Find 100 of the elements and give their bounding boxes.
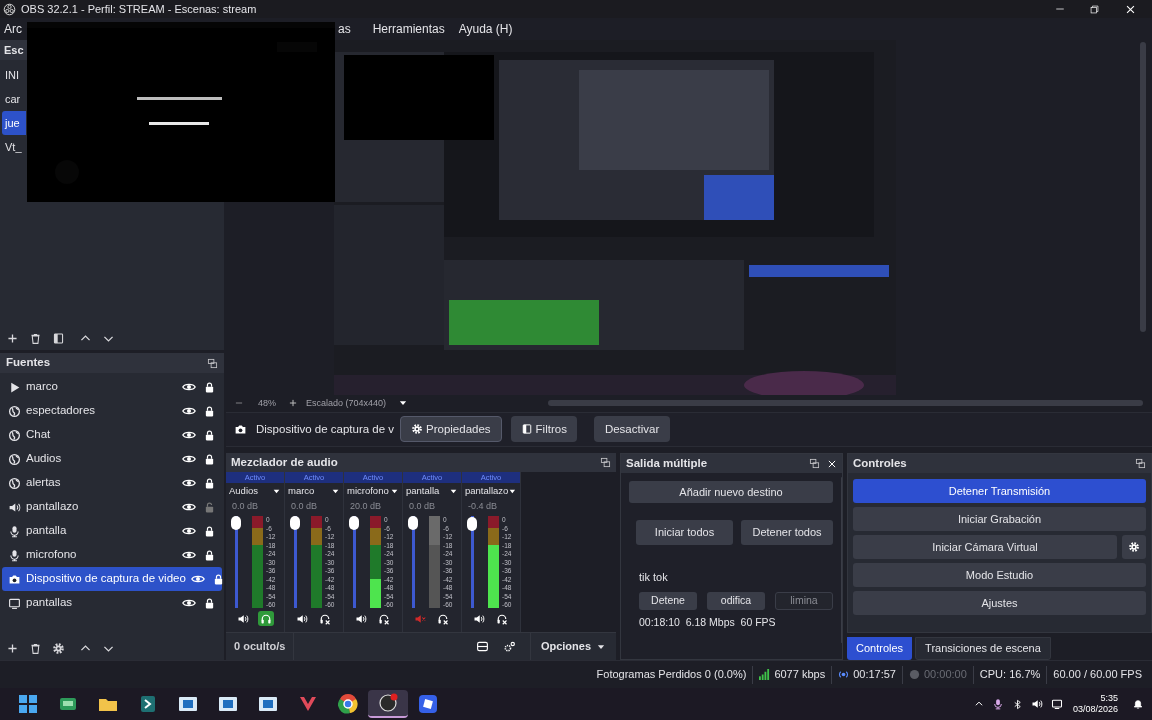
window-icon[interactable]: [178, 694, 198, 714]
source-item[interactable]: pantalla: [2, 519, 222, 543]
undock-icon[interactable]: [600, 457, 611, 468]
window-title: OBS 32.2.1 - Perfil: STREAM - Escenas: stream: [21, 1, 257, 17]
tab[interactable]: Transiciones de escena: [915, 637, 1051, 660]
square-app-icon[interactable]: [418, 694, 438, 714]
toolbar-button[interactable]: Filtros: [510, 416, 577, 443]
network-icon[interactable]: [1050, 698, 1063, 710]
round-app-icon[interactable]: [338, 694, 358, 714]
zoom-in-icon[interactable]: [288, 398, 298, 409]
toolbar-button[interactable]: Desactivar: [593, 416, 671, 443]
lock-icon[interactable]: [203, 548, 216, 562]
volume-icon[interactable]: [1030, 698, 1043, 710]
scene-item[interactable]: jue: [2, 111, 26, 135]
microphone-icon[interactable]: [991, 698, 1004, 710]
filter-icon[interactable]: [52, 331, 65, 345]
camera-icon: [8, 572, 21, 586]
volume-slider[interactable]: [230, 516, 242, 608]
menu-item[interactable]: Ayuda (H): [458, 20, 513, 38]
stop-all-button[interactable]: Detener todos: [741, 520, 833, 545]
menu-item[interactable]: Arc: [4, 20, 22, 38]
start-all-button[interactable]: Iniciar todos: [636, 520, 733, 545]
slider-thumb[interactable]: [231, 516, 241, 530]
undock-icon[interactable]: [809, 458, 820, 469]
destination-button[interactable]: odifica: [707, 591, 765, 610]
slider-thumb[interactable]: [467, 517, 477, 531]
tab[interactable]: Controles: [847, 637, 913, 660]
volume-slider[interactable]: [466, 516, 478, 608]
fps-reading: 60.00 / 60.00 FPS: [1053, 667, 1142, 683]
app-logo-icon[interactable]: [378, 693, 398, 713]
close-icon[interactable]: [1125, 3, 1136, 15]
close-icon[interactable]: [827, 458, 837, 469]
scene-item[interactable]: car: [2, 87, 26, 111]
settings-button[interactable]: [1122, 535, 1146, 559]
lock-icon[interactable]: [203, 476, 216, 490]
control-button[interactable]: Modo Estudio: [853, 563, 1146, 587]
slider-thumb[interactable]: [290, 516, 300, 530]
app-icon[interactable]: [138, 694, 158, 714]
source-item[interactable]: pantallas: [2, 591, 222, 615]
source-item[interactable]: Dispositivo de captura de video: [2, 567, 222, 591]
source-item[interactable]: microfono: [2, 543, 222, 567]
lock-icon[interactable]: [203, 428, 216, 442]
layout-icon[interactable]: [475, 640, 489, 653]
source-item[interactable]: Chat: [2, 423, 222, 447]
restore-icon[interactable]: [1089, 3, 1100, 15]
source-item[interactable]: pantallazo: [2, 495, 222, 519]
source-item[interactable]: marco: [2, 375, 222, 399]
advanced-settings-icon[interactable]: [502, 640, 516, 653]
monitor-toggle[interactable]: [257, 611, 274, 626]
notification-icon[interactable]: [1132, 698, 1144, 710]
lock-icon[interactable]: [203, 452, 216, 466]
clock-time: 5:35: [1100, 693, 1118, 704]
window-icon[interactable]: [218, 694, 238, 714]
lock-icon[interactable]: [203, 524, 216, 538]
source-item[interactable]: espectadores: [2, 399, 222, 423]
start-icon[interactable]: [18, 694, 38, 714]
trash-icon[interactable]: [29, 641, 42, 655]
chevron-up-icon[interactable]: [973, 699, 984, 709]
active-app-button[interactable]: [368, 690, 408, 718]
settings-icon[interactable]: [52, 641, 65, 655]
lock-icon[interactable]: [203, 380, 216, 394]
scrollbar[interactable]: [548, 400, 1144, 407]
lock-icon[interactable]: [203, 596, 216, 610]
volume-slider[interactable]: [407, 516, 419, 608]
caret-icon[interactable]: [272, 487, 281, 496]
speaker-icon[interactable]: [354, 612, 367, 625]
control-button[interactable]: Detener Transmisión: [853, 479, 1146, 503]
source-item[interactable]: alertas: [2, 471, 222, 495]
add-icon[interactable]: [6, 641, 19, 655]
undock-icon[interactable]: [207, 357, 218, 369]
lock-icon[interactable]: [203, 404, 216, 418]
speaker-icon[interactable]: [472, 612, 485, 625]
source-item[interactable]: Audios: [2, 447, 222, 471]
caret-icon[interactable]: [390, 487, 399, 496]
window-icon[interactable]: [258, 694, 278, 714]
trash-icon[interactable]: [29, 331, 42, 345]
scrollbar[interactable]: [1140, 42, 1146, 332]
menu-item[interactable]: as: [338, 20, 351, 38]
scene-item[interactable]: INI: [2, 63, 26, 87]
add-destination-button[interactable]: Añadir nuevo destino: [629, 481, 833, 503]
toolbar-button[interactable]: Propiedades: [400, 416, 502, 443]
destination-button[interactable]: Detene: [639, 591, 697, 610]
output-stats: 00:18:10 6.18 Mbps 60 FPS: [639, 614, 777, 630]
control-button[interactable]: Ajustes: [853, 591, 1146, 615]
volume-slider[interactable]: [348, 516, 360, 608]
speaker-icon[interactable]: [295, 612, 308, 625]
source-name: marco: [26, 379, 59, 395]
volume-slider[interactable]: [289, 516, 301, 608]
slider-thumb[interactable]: [349, 516, 359, 530]
caret-icon[interactable]: [449, 487, 458, 496]
scene-item[interactable]: Vt_: [2, 135, 26, 159]
speaker-icon[interactable]: [236, 612, 249, 625]
slider-thumb[interactable]: [408, 516, 418, 530]
add-icon[interactable]: [6, 331, 19, 345]
control-button[interactable]: Iniciar Cámara Virtual: [853, 535, 1117, 559]
control-button[interactable]: Iniciar Grabación: [853, 507, 1146, 531]
caret-icon[interactable]: [508, 487, 517, 496]
undock-icon[interactable]: [1135, 458, 1146, 469]
caret-icon[interactable]: [331, 487, 340, 496]
menu-item[interactable]: Herramientas: [372, 20, 445, 38]
